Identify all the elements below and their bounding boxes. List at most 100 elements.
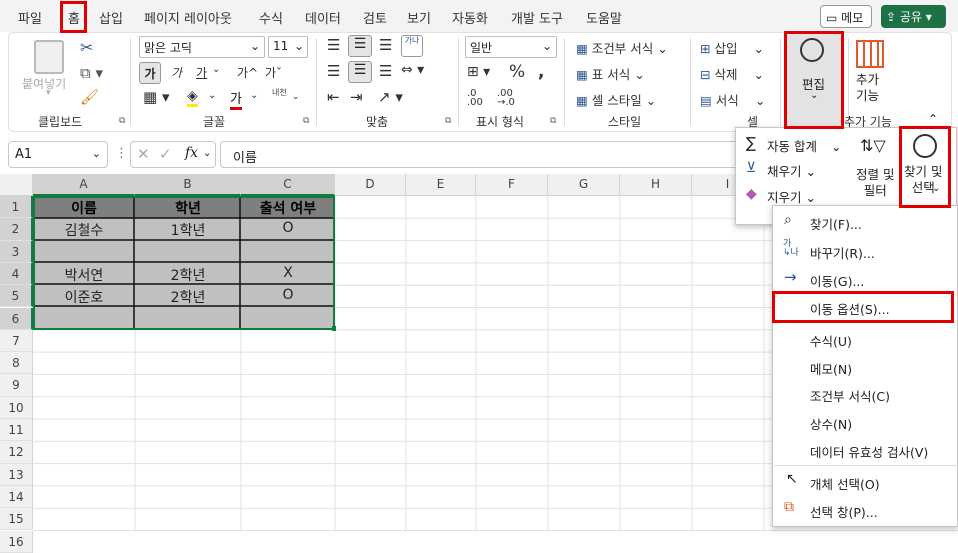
align-bottom-icon[interactable]: ☰	[379, 36, 392, 54]
font-name-select[interactable]: 맑은 고딕 ⌄	[139, 36, 265, 58]
menu-comments[interactable]: 메모(N)	[810, 359, 852, 378]
cancel-icon[interactable]: ✕	[137, 145, 150, 163]
tab-view[interactable]: 보기	[407, 8, 431, 27]
table-cell[interactable]: 2학년	[135, 287, 241, 307]
share-button[interactable]: ⇪ 공유 ▾	[881, 5, 946, 28]
tab-page-layout[interactable]: 페이지 레이아웃	[144, 8, 232, 27]
sort-filter-button[interactable]: 정렬 및 필터	[856, 167, 894, 199]
column-header-g[interactable]: G	[548, 174, 620, 196]
wrap-text-icon[interactable]: 가나	[401, 35, 423, 57]
clipboard-launcher-icon[interactable]: ⧉	[119, 116, 125, 126]
tab-formulas[interactable]: 수식	[259, 8, 283, 27]
table-cell[interactable]: 1학년	[135, 220, 241, 240]
copy-icon[interactable]: ⧉ ▾	[80, 64, 103, 82]
menu-find[interactable]: 찾기(F)...	[810, 214, 862, 233]
align-top-icon[interactable]: ☰	[327, 36, 340, 54]
align-left-icon[interactable]: ☰	[327, 62, 340, 80]
align-center-icon[interactable]: ☰	[348, 61, 372, 83]
formula-input[interactable]: 이름	[220, 141, 746, 168]
format-painter-icon[interactable]: 🖌	[80, 88, 99, 106]
column-header-b[interactable]: B	[135, 174, 241, 196]
number-launcher-icon[interactable]: ⧉	[550, 116, 556, 126]
menu-replace[interactable]: 바꾸기(R)...	[810, 243, 875, 262]
tab-automate[interactable]: 자동화	[452, 8, 488, 27]
row-header-4[interactable]: 4	[0, 262, 33, 286]
menu-goto[interactable]: 이동(G)...	[810, 271, 864, 290]
font-launcher-icon[interactable]: ⧉	[303, 116, 309, 126]
row-header-5[interactable]: 5	[0, 285, 33, 308]
column-header-c[interactable]: C	[241, 174, 335, 196]
row-header-15[interactable]: 15	[0, 508, 33, 531]
font-size-select[interactable]: 11 ⌄	[268, 36, 308, 58]
tab-data[interactable]: 데이터	[305, 8, 341, 27]
row-header-7[interactable]: 7	[0, 329, 33, 353]
column-header-h[interactable]: H	[620, 174, 692, 196]
merge-center-icon[interactable]: ⇔ ▾	[401, 62, 424, 78]
format-cells-button[interactable]: ▤ 서식 ⌄	[700, 90, 765, 109]
decrease-decimal-icon[interactable]: .00 →.0	[497, 89, 515, 108]
row-header-8[interactable]: 8	[0, 352, 33, 375]
table-cell[interactable]: O	[241, 220, 335, 236]
increase-indent-icon[interactable]: ⇥	[350, 88, 363, 106]
table-cell[interactable]: O	[241, 287, 335, 303]
cell-styles-button[interactable]: ▦ 셀 스타일 ⌄	[576, 90, 656, 109]
row-header-10[interactable]: 10	[0, 396, 33, 419]
currency-icon[interactable]: ⊞ ▾	[467, 64, 490, 80]
phonetic-dropdown-icon[interactable]: ⌄	[292, 92, 300, 102]
italic-button[interactable]: 가	[171, 64, 182, 81]
column-header-e[interactable]: E	[406, 174, 476, 196]
percent-icon[interactable]: %	[509, 62, 525, 82]
alignment-launcher-icon[interactable]: ⧉	[445, 116, 451, 126]
fill-color-icon[interactable]: ◈	[187, 88, 198, 107]
row-header-3[interactable]: 3	[0, 240, 33, 263]
underline-button[interactable]: 가	[196, 64, 207, 81]
add-ins-button[interactable]: 추가 기능	[856, 72, 879, 104]
column-header-f[interactable]: F	[476, 174, 548, 196]
phonetic-button[interactable]: 내천	[272, 88, 288, 97]
tab-file[interactable]: 파일	[18, 8, 42, 27]
align-right-icon[interactable]: ☰	[379, 62, 392, 80]
number-format-select[interactable]: 일반 ⌄	[465, 36, 557, 58]
grow-font-button[interactable]: 가^	[237, 64, 258, 81]
tab-review[interactable]: 검토	[363, 8, 387, 27]
menu-select-objects[interactable]: 개체 선택(O)	[810, 474, 880, 493]
paste-button[interactable]: 붙여넣기	[22, 75, 66, 92]
row-header-12[interactable]: 12	[0, 441, 33, 464]
name-box[interactable]: A1 ⌄	[8, 141, 108, 168]
row-header-16[interactable]: 16	[0, 530, 33, 553]
table-cell[interactable]: 이준호	[33, 287, 135, 307]
fill-button[interactable]: 채우기 ⌄	[767, 161, 816, 180]
insert-function-icon[interactable]: fx	[185, 145, 198, 161]
increase-decimal-icon[interactable]: .0.00	[467, 89, 483, 108]
font-color-icon[interactable]: 가	[230, 88, 242, 110]
bold-button[interactable]: 가	[139, 62, 161, 84]
clear-button[interactable]: 지우기 ⌄	[767, 187, 816, 206]
column-header-d[interactable]: D	[335, 174, 406, 196]
select-all-corner[interactable]	[0, 174, 33, 196]
row-header-6[interactable]: 6	[0, 307, 33, 330]
shrink-font-button[interactable]: 가ˇ	[265, 64, 282, 81]
insert-cells-button[interactable]: ⊞ 삽입 ⌄	[700, 38, 764, 57]
menu-selection-pane[interactable]: 선택 창(P)...	[810, 502, 878, 521]
confirm-icon[interactable]: ✓	[159, 145, 172, 163]
font-color-dropdown-icon[interactable]: ⌄	[250, 90, 258, 101]
conditional-formatting-button[interactable]: ▦ 조건부 서식 ⌄	[576, 38, 668, 57]
decrease-indent-icon[interactable]: ⇤	[327, 88, 340, 106]
orientation-icon[interactable]: ↗ ▾	[378, 88, 403, 106]
delete-cells-button[interactable]: ⊟ 삭제 ⌄	[700, 64, 764, 83]
tab-help[interactable]: 도움말	[586, 8, 622, 27]
menu-conditional-formatting[interactable]: 조건부 서식(C)	[810, 386, 890, 405]
menu-formulas[interactable]: 수식(U)	[810, 331, 852, 350]
add-ins-icon[interactable]	[856, 40, 884, 68]
row-header-1[interactable]: 1	[0, 196, 33, 219]
border-icon[interactable]: ▦ ▾	[143, 88, 169, 106]
paste-icon[interactable]	[34, 40, 64, 74]
row-header-9[interactable]: 9	[0, 374, 33, 397]
table-cell[interactable]: X	[241, 265, 335, 281]
autosum-button[interactable]: 자동 합계 ⌄	[767, 136, 841, 155]
menu-constants[interactable]: 상수(N)	[810, 414, 852, 433]
row-header-2[interactable]: 2	[0, 218, 33, 241]
column-header-a[interactable]: A	[33, 174, 135, 196]
table-cell[interactable]: 김철수	[33, 220, 135, 240]
cut-icon[interactable]: ✂	[80, 38, 93, 57]
